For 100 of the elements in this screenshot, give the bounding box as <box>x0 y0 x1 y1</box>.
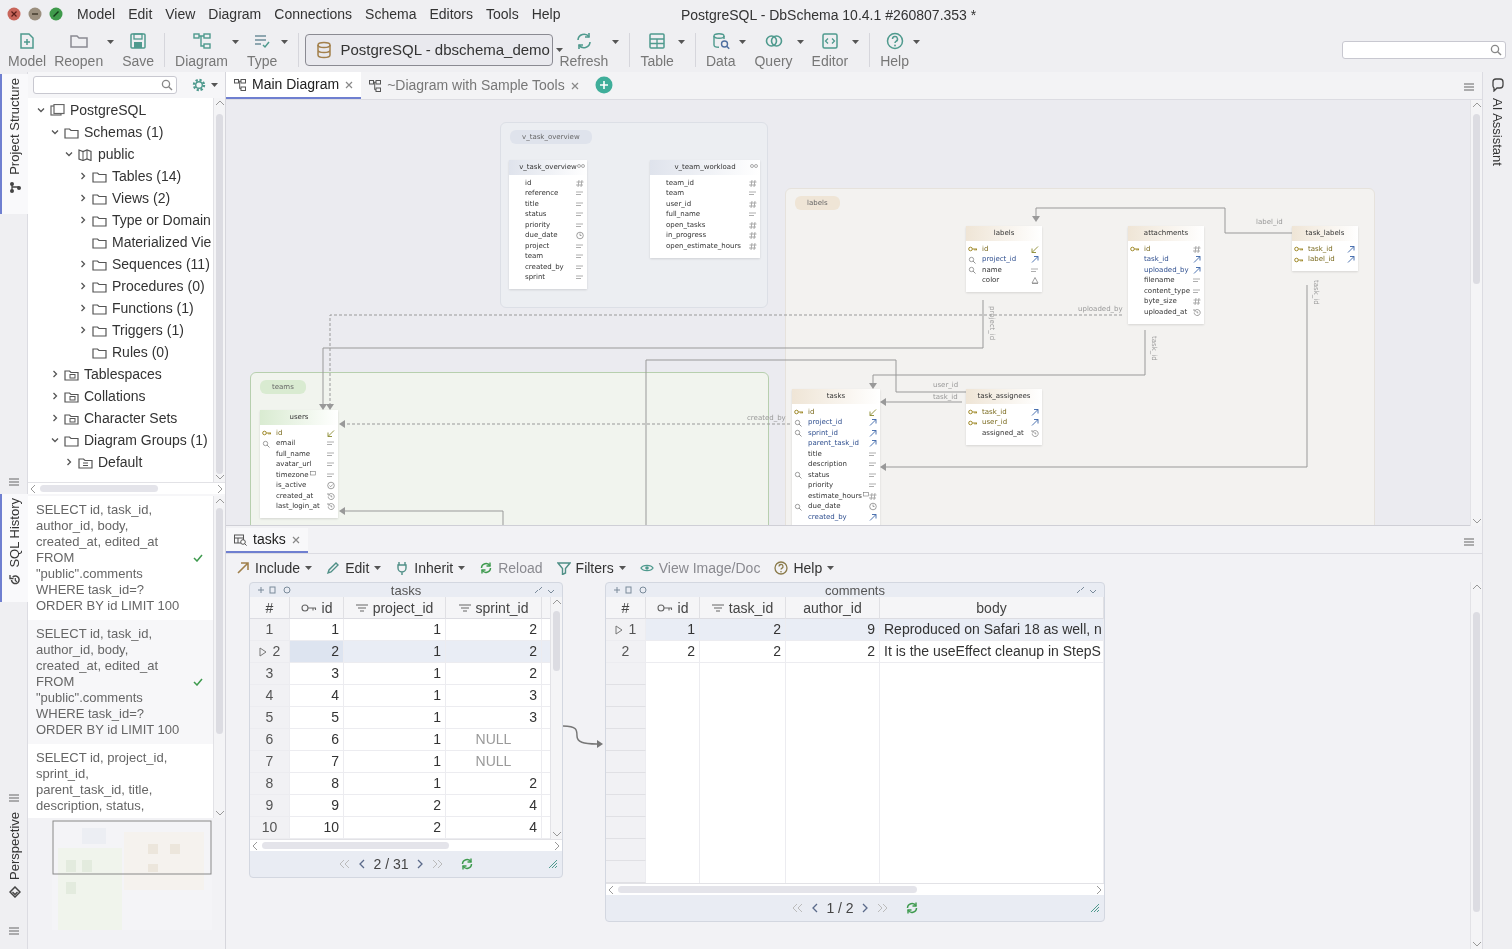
tree-item[interactable]: PostgreSQL <box>70 99 147 121</box>
tree-item[interactable]: Procedures (0) <box>112 275 205 297</box>
scrollbar[interactable] <box>1470 582 1482 949</box>
scrollbar[interactable] <box>213 98 225 482</box>
table-cell[interactable]: 8 <box>250 773 290 794</box>
table-cell[interactable]: 7 <box>250 751 290 772</box>
scrollbar[interactable] <box>1470 100 1482 526</box>
tree-item[interactable]: Materialized Vie <box>112 231 212 253</box>
toolbar-button[interactable]: Edit <box>326 557 382 579</box>
scrollbar[interactable] <box>28 482 225 494</box>
close-icon[interactable] <box>345 80 354 89</box>
toolbar-button[interactable]: Reopen <box>50 31 119 69</box>
toolbar-button[interactable]: Help <box>876 31 924 69</box>
tree-item[interactable]: Sequences (11) <box>112 253 210 275</box>
refresh-icon[interactable] <box>904 901 919 915</box>
scroll-down-icon[interactable] <box>1472 941 1482 947</box>
menu-icon[interactable] <box>8 927 19 935</box>
tree-item[interactable]: Schemas (1) <box>84 121 164 143</box>
tree-item[interactable]: Type or Domain <box>112 209 211 231</box>
first-page-icon[interactable] <box>791 903 804 913</box>
tree-item[interactable]: Rules (0) <box>112 341 169 363</box>
connector-line[interactable] <box>339 420 791 428</box>
last-page-icon[interactable] <box>876 903 889 913</box>
scroll-down-icon[interactable] <box>1472 518 1482 524</box>
table-cell[interactable]: 3 <box>250 663 290 684</box>
menu-item[interactable]: View <box>165 3 196 25</box>
side-tab[interactable]: SQL History <box>0 494 28 602</box>
scroll-down-icon[interactable] <box>552 831 562 837</box>
menu-item[interactable]: Diagram <box>208 3 262 25</box>
tree-item[interactable]: public <box>98 143 135 165</box>
menu-icon[interactable] <box>1464 83 1474 91</box>
scrollbar-thumb[interactable] <box>1473 114 1480 284</box>
minimap-drawing[interactable] <box>52 820 212 930</box>
scroll-right-icon[interactable] <box>554 841 560 851</box>
scrollbar-thumb[interactable] <box>1473 612 1480 912</box>
grid-controls-icon[interactable] <box>1076 586 1098 594</box>
result-grid[interactable]: tasks # id project_id sprint_id 1 1 1 2 2 2 1 2 3 3 1 2 4 4 1 3 5 5 1 3 6 6 1 NULL 7 7 1 NULL 8 8 1 2 9 9 2 4 10 10 2 4 2 / 31 <box>249 582 563 878</box>
first-page-icon[interactable] <box>338 859 351 869</box>
diagram-canvas[interactable] <box>226 100 1470 525</box>
last-page-icon[interactable] <box>431 859 444 869</box>
close-button[interactable] <box>7 7 21 21</box>
scroll-down-icon[interactable] <box>215 810 225 816</box>
toolbar-button[interactable]: Filters <box>556 557 626 579</box>
tree-item[interactable]: Triggers (1) <box>112 319 184 341</box>
resize-grip-icon[interactable] <box>1090 903 1100 913</box>
toolbar-button[interactable]: Diagram <box>171 31 243 69</box>
scrollbar-thumb[interactable] <box>618 886 917 893</box>
tree-item[interactable]: Default <box>98 451 143 473</box>
previous-page-icon[interactable] <box>358 859 366 869</box>
table-cell[interactable]: 6 <box>250 729 290 750</box>
table-cell[interactable]: 2 <box>250 641 290 662</box>
scroll-right-icon[interactable] <box>1096 885 1102 895</box>
close-icon[interactable] <box>291 535 300 544</box>
connector-line[interactable] <box>339 507 504 525</box>
resize-grip-icon[interactable] <box>548 859 558 869</box>
menu-item[interactable]: Editors <box>429 3 474 25</box>
table-cell[interactable]: 9 <box>250 795 290 816</box>
menu-item[interactable]: Help <box>531 3 561 25</box>
toolbar-button[interactable]: Type <box>243 31 293 69</box>
menu-item[interactable]: Schema <box>365 3 417 25</box>
scroll-up-icon[interactable] <box>552 599 562 605</box>
toolbar-button[interactable]: Model <box>4 31 51 69</box>
scrollbar[interactable] <box>550 597 562 839</box>
menu-icon[interactable] <box>8 794 19 802</box>
scrollbar-thumb[interactable] <box>553 611 560 671</box>
sql-statement[interactable]: SELECT id, project_id, sprint_id, parent_task_id, title, description, status, <box>36 750 203 814</box>
toolbar-button[interactable]: Include <box>236 557 313 579</box>
toolbar-button[interactable]: Table <box>636 31 689 69</box>
side-tab[interactable]: Perspective <box>0 810 28 914</box>
table-cell[interactable]: 1 <box>606 619 646 640</box>
scroll-up-icon[interactable] <box>215 100 225 106</box>
scroll-up-icon[interactable] <box>215 498 225 504</box>
column-header[interactable]: sprint_id <box>446 597 542 619</box>
minimize-button[interactable] <box>28 7 42 21</box>
menu-item[interactable]: Edit <box>128 3 153 25</box>
scroll-left-icon[interactable] <box>30 484 36 494</box>
add-tab-button[interactable] <box>594 76 613 94</box>
scroll-right-icon[interactable] <box>217 484 223 494</box>
menu-item[interactable]: Connections <box>274 3 353 25</box>
toolbar-button[interactable]: Inherit <box>395 557 466 579</box>
result-grid[interactable]: comments # id task_id author_id body 1 1 2 9 Reproduced on Safari 18 as well, n 2 2 2 2 It is the useEffect cleanup in StepS 1 / 2 <box>605 582 1105 922</box>
toolbar-button[interactable]: Data <box>701 31 751 69</box>
tree-item[interactable]: Tables (14) <box>112 165 182 187</box>
diagram-tab[interactable]: Main Diagram <box>226 72 362 99</box>
scroll-left-icon[interactable] <box>252 841 258 851</box>
settings-button[interactable] <box>191 77 218 93</box>
scroll-up-icon[interactable] <box>1472 102 1482 108</box>
tree-item[interactable]: Collations <box>84 385 146 407</box>
refresh-icon[interactable] <box>459 857 474 871</box>
connector-line[interactable] <box>645 359 967 525</box>
connector-line[interactable] <box>1032 207 1293 234</box>
data-tab[interactable]: tasks <box>226 528 308 553</box>
scroll-down-icon[interactable] <box>215 474 225 480</box>
menu-item[interactable]: Model <box>77 3 116 25</box>
search-field[interactable] <box>33 76 177 94</box>
menu-item[interactable]: Tools <box>486 3 519 25</box>
search-field[interactable] <box>1342 41 1506 59</box>
column-header[interactable]: id <box>290 597 344 619</box>
table-cell[interactable]: 1 <box>250 619 290 640</box>
scrollbar-thumb[interactable] <box>216 114 223 474</box>
